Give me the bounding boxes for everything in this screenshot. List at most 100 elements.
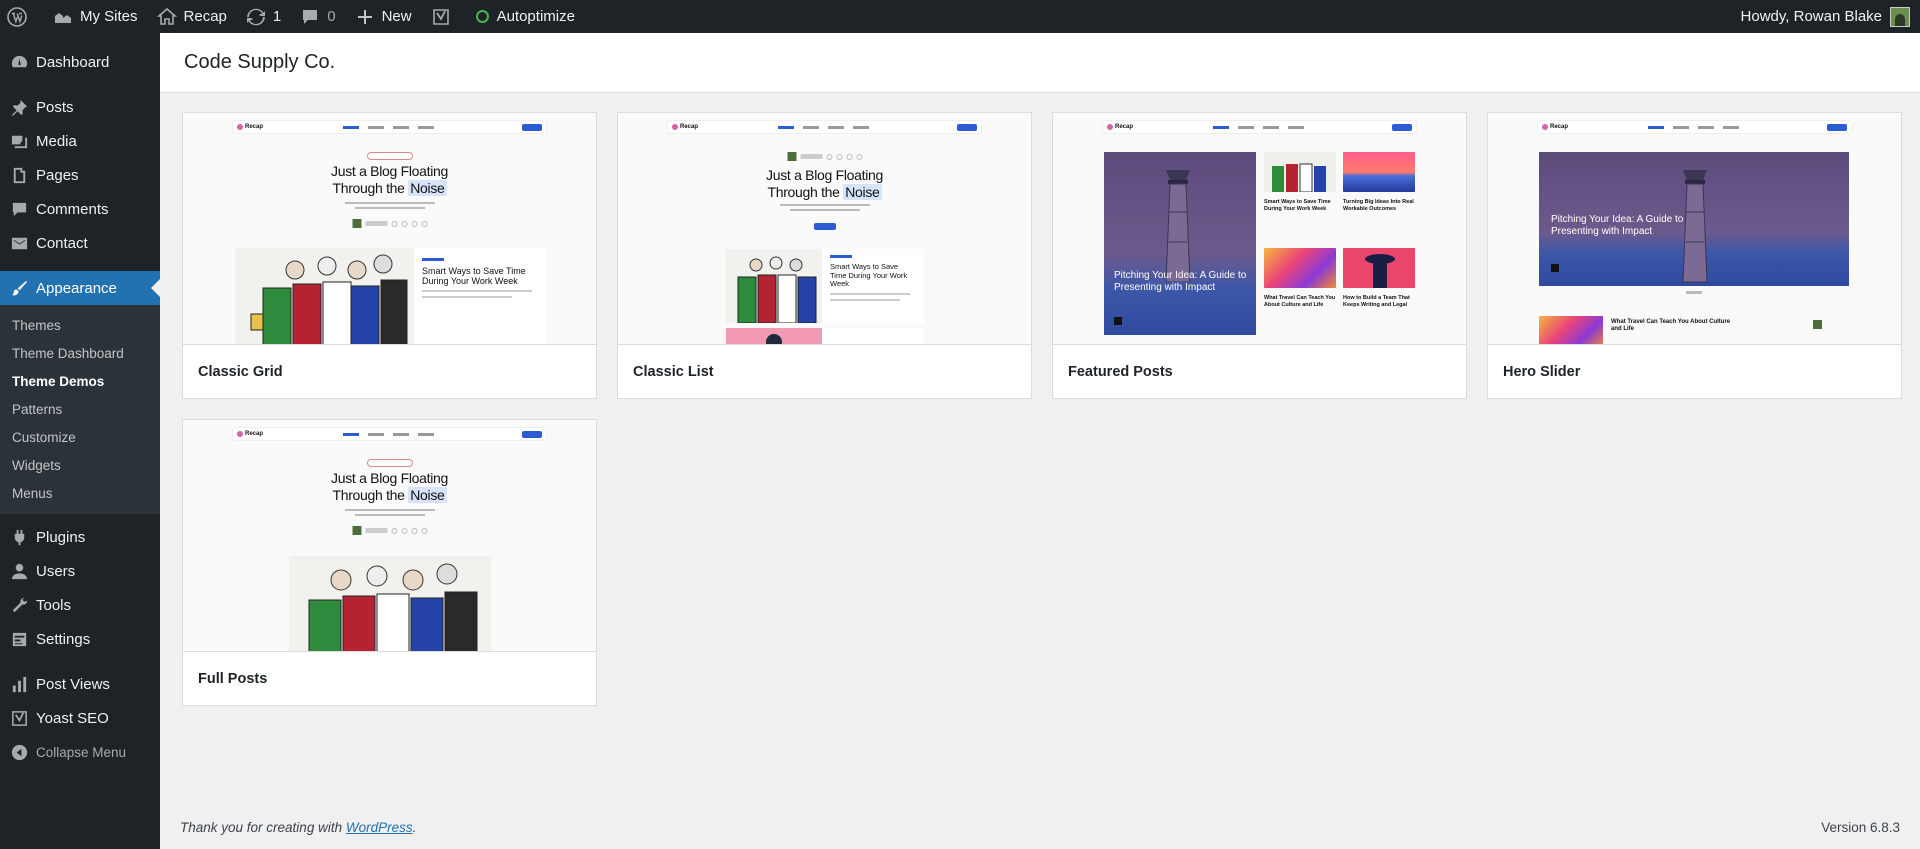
preview-slider-title: Pitching Your Idea: A Guide to Presentin…	[1551, 214, 1684, 237]
menu-comments[interactable]: Comments	[0, 192, 160, 226]
comment-bubble-icon	[299, 6, 321, 28]
preview-hero-highlight: Noise	[408, 180, 447, 196]
menu-posts-label: Posts	[36, 98, 74, 116]
menu-plugins[interactable]: Plugins	[0, 520, 160, 554]
refresh-icon	[245, 6, 267, 28]
preview-feature-title: Pitching Your Idea: A Guide to Presentin…	[1114, 270, 1247, 293]
dashboard-gauge-icon	[8, 51, 30, 73]
footer-thanks-end: .	[412, 820, 417, 835]
demo-card-classic-list[interactable]: Recap Just a Blog Floating Through the No…	[617, 112, 1032, 399]
pushpin-icon	[8, 96, 30, 118]
demo-thumbnail: Recap Pitching Your Idea: A Guide to Pre…	[1488, 113, 1901, 345]
my-sites-menu[interactable]: My Sites	[43, 0, 147, 33]
demo-name: Full Posts	[198, 671, 268, 687]
submenu-theme-dashboard[interactable]: Theme Dashboard	[0, 340, 160, 368]
bar-chart-icon	[8, 673, 30, 695]
appearance-submenu: Themes Theme Dashboard Theme Demos Patte…	[0, 305, 160, 514]
wrench-icon	[8, 594, 30, 616]
admin-sidebar: Dashboard Posts Media Pages Comments Con…	[0, 33, 160, 849]
plugin-icon	[8, 526, 30, 548]
demo-card-featured-posts[interactable]: Recap Pitching Your Idea: A Guide to Pre…	[1052, 112, 1467, 399]
comments-count: 0	[327, 8, 336, 25]
submenu-widgets[interactable]: Widgets	[0, 452, 160, 480]
demo-name: Featured Posts	[1068, 364, 1173, 380]
submenu-theme-demos[interactable]: Theme Demos	[0, 368, 160, 396]
menu-contact-label: Contact	[36, 234, 88, 252]
pages-icon	[8, 164, 30, 186]
preview-hero-line1: Just a Blog Floating	[766, 167, 883, 183]
demo-name: Classic List	[633, 364, 714, 380]
wordpress-logo-button[interactable]	[0, 0, 43, 33]
page-header: Code Supply Co.	[160, 33, 1920, 93]
menu-settings-label: Settings	[36, 630, 91, 648]
site-name-menu[interactable]: Recap	[147, 0, 236, 33]
page-title: Code Supply Co.	[184, 51, 336, 73]
preview-hero-line2: Through the	[332, 180, 409, 196]
menu-settings[interactable]: Settings	[0, 622, 160, 656]
yoast-icon	[8, 707, 30, 729]
menu-media-label: Media	[36, 132, 77, 150]
menu-post-views[interactable]: Post Views	[0, 667, 160, 701]
home-icon	[156, 6, 178, 28]
demo-card-hero-slider[interactable]: Recap Pitching Your Idea: A Guide to Pre…	[1487, 112, 1902, 399]
settings-sliders-icon	[8, 628, 30, 650]
autoptimize-menu[interactable]: Autoptimize	[467, 0, 584, 33]
footer-thanks: Thank you for creating with WordPress.	[180, 820, 416, 835]
site-name-label: Recap	[183, 8, 227, 25]
demo-name: Classic Grid	[198, 364, 283, 380]
status-circle-icon	[475, 10, 489, 23]
demo-thumbnail: Recap Just a Blog Floating Through the No…	[183, 420, 596, 652]
envelope-icon	[8, 232, 30, 254]
collapse-arrow-icon	[8, 741, 30, 763]
new-content-button[interactable]: New	[345, 0, 421, 33]
updates-button[interactable]: 1	[236, 0, 290, 33]
menu-yoast-seo-label: Yoast SEO	[36, 709, 109, 727]
comments-icon	[8, 198, 30, 220]
submenu-patterns[interactable]: Patterns	[0, 396, 160, 424]
menu-media[interactable]: Media	[0, 124, 160, 158]
preview-logo: Recap	[1115, 124, 1134, 130]
collapse-menu-button[interactable]: Collapse Menu	[0, 735, 160, 769]
my-account-menu[interactable]: Howdy, Rowan Blake	[1732, 0, 1910, 33]
admin-footer: Thank you for creating with WordPress. V…	[180, 820, 1900, 835]
wordpress-link[interactable]: WordPress	[346, 820, 413, 835]
menu-dashboard-label: Dashboard	[36, 53, 110, 71]
submenu-themes[interactable]: Themes	[0, 312, 160, 340]
demo-card-full-posts[interactable]: Recap Just a Blog Floating Through the No…	[182, 419, 597, 706]
wordpress-icon	[6, 6, 28, 28]
menu-posts[interactable]: Posts	[0, 90, 160, 124]
preview-hero-line1: Just a Blog Floating	[331, 470, 448, 486]
preview-logo: Recap	[1550, 124, 1569, 130]
preview-post-title: Smart Ways to Save Time During Your Work…	[422, 266, 526, 286]
menu-users[interactable]: Users	[0, 554, 160, 588]
collapse-menu-label: Collapse Menu	[36, 744, 127, 760]
preview-slider-post: What Travel Can Teach You About Culture …	[1611, 319, 1731, 332]
preview-side-post-2: Turning Big Ideas Into Real Workable Out…	[1343, 199, 1414, 212]
menu-yoast-seo[interactable]: Yoast SEO	[0, 701, 160, 735]
menu-appearance[interactable]: Appearance	[0, 271, 160, 305]
menu-appearance-label: Appearance	[36, 279, 117, 297]
comments-button[interactable]: 0	[290, 0, 344, 33]
menu-pages[interactable]: Pages	[0, 158, 160, 192]
admin-bar: My Sites Recap 1 0 New Autoptimize Howdy…	[0, 0, 1920, 33]
avatar	[1890, 6, 1910, 27]
menu-dashboard[interactable]: Dashboard	[0, 45, 160, 79]
menu-tools[interactable]: Tools	[0, 588, 160, 622]
submenu-menus[interactable]: Menus	[0, 480, 160, 508]
demo-name: Hero Slider	[1503, 364, 1581, 380]
submenu-customize[interactable]: Customize	[0, 424, 160, 452]
my-sites-label: My Sites	[80, 8, 138, 25]
preview-hero-highlight: Noise	[843, 184, 882, 200]
demo-card-classic-grid[interactable]: Recap Just a Blog Floating Through the No…	[182, 112, 597, 399]
footer-thanks-text: Thank you for creating with	[180, 820, 346, 835]
preview-hero-line2: Through the	[767, 184, 844, 200]
howdy-label: Howdy, Rowan Blake	[1740, 8, 1882, 25]
preview-logo: Recap	[680, 124, 699, 130]
yoast-menu-button[interactable]	[421, 0, 467, 33]
preview-hero-highlight: Noise	[408, 487, 447, 503]
demo-thumbnail: Recap Pitching Your Idea: A Guide to Pre…	[1053, 113, 1466, 345]
updates-count: 1	[272, 8, 282, 25]
menu-contact[interactable]: Contact	[0, 226, 160, 260]
menu-pages-label: Pages	[36, 166, 79, 184]
plus-icon	[354, 6, 376, 28]
